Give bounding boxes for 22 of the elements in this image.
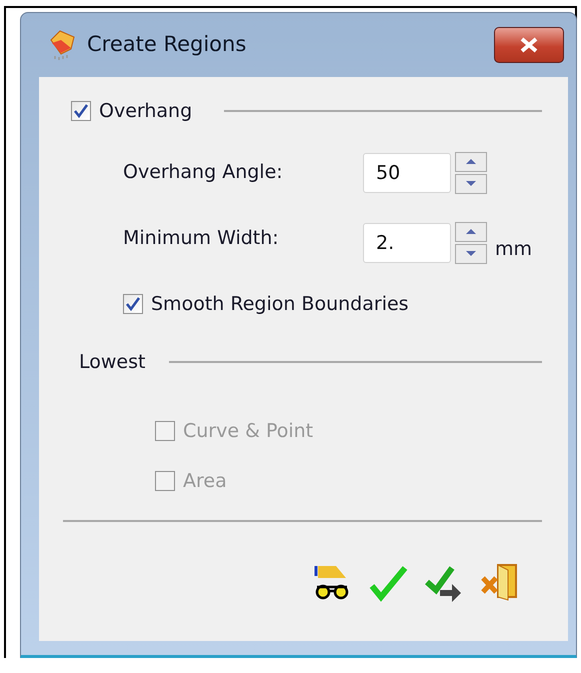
checkbox[interactable] bbox=[71, 101, 91, 122]
down-arrow-icon bbox=[465, 180, 477, 187]
checkbox[interactable] bbox=[123, 294, 143, 314]
exit-icon[interactable] bbox=[480, 562, 520, 602]
spin-down-button[interactable] bbox=[455, 244, 487, 264]
checkbox-label[interactable]: Overhang bbox=[99, 97, 192, 126]
up-arrow-icon bbox=[465, 158, 477, 165]
down-arrow-icon bbox=[465, 250, 477, 257]
number-field[interactable]: 2. bbox=[363, 222, 451, 262]
checkbox-label[interactable]: Smooth Region Boundaries bbox=[151, 290, 409, 318]
number-field[interactable]: 50 bbox=[363, 152, 451, 192]
spin-up-button[interactable] bbox=[455, 222, 487, 242]
section-label: Lowest bbox=[79, 350, 146, 375]
close-icon bbox=[518, 36, 540, 54]
close-button[interactable] bbox=[494, 27, 564, 63]
spin-down-button[interactable] bbox=[455, 174, 487, 194]
window-title: Create Regions bbox=[87, 31, 246, 58]
up-arrow-icon bbox=[465, 228, 477, 235]
field-label: Overhang Angle: bbox=[123, 160, 284, 186]
unit-label: mm bbox=[495, 237, 532, 262]
field-label: Minimum Width: bbox=[123, 226, 280, 250]
spin-up-button[interactable] bbox=[455, 152, 487, 172]
